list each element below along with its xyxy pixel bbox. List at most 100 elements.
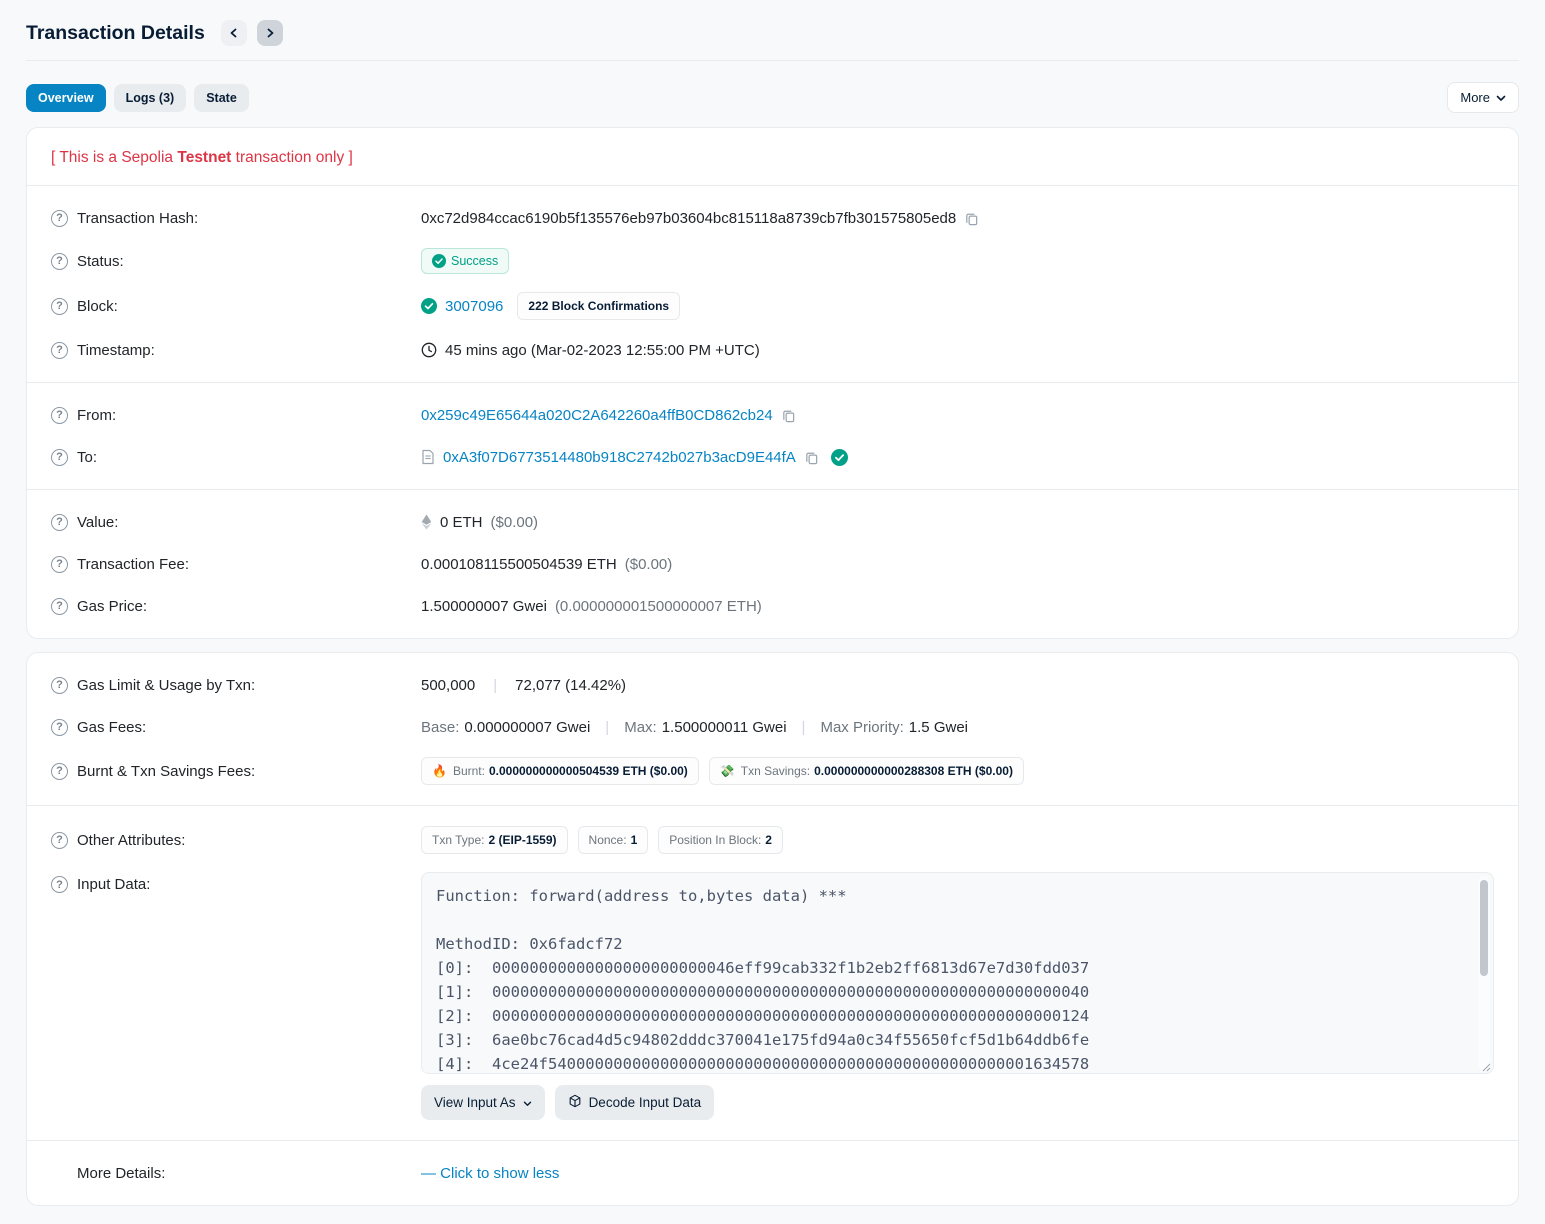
block-row: ? Block: 3007096 222 Block Confirmations [51, 283, 1494, 329]
transaction-fee-row: ? Transaction Fee: 0.000108115500504539 … [51, 543, 1494, 585]
transaction-hash-row: ? Transaction Hash: 0xc72d984ccac6190b5f… [51, 197, 1494, 239]
gas-limit-usage-label: Gas Limit & Usage by Txn: [77, 677, 255, 694]
gas-fees-row: ? Gas Fees: Base: 0.000000007 Gwei | Max… [51, 706, 1494, 748]
timestamp-row: ? Timestamp: 45 mins ago (Mar-02-2023 12… [51, 329, 1494, 371]
block-confirmations-badge: 222 Block Confirmations [517, 292, 680, 320]
help-icon[interactable]: ? [51, 514, 68, 531]
show-less-toggle-link[interactable]: — Click to show less [421, 1165, 559, 1182]
help-icon[interactable]: ? [51, 342, 68, 359]
help-icon[interactable]: ? [51, 763, 68, 780]
help-icon[interactable]: ? [51, 832, 68, 849]
page-title: Transaction Details [26, 22, 205, 45]
testnet-warning: [ This is a Sepolia Testnet transaction … [51, 149, 1494, 167]
copy-hash-button[interactable] [964, 211, 979, 226]
burnt-badge-value: 0.000000000000504539 ETH ($0.00) [489, 764, 688, 778]
input-data-text: Function: forward(address to,bytes data)… [422, 873, 1493, 1074]
overview-card: [ This is a Sepolia Testnet transaction … [26, 127, 1519, 639]
tab-list: Overview Logs (3) State [26, 84, 249, 112]
value-row: ? Value: 0 ETH ($0.00) [51, 501, 1494, 543]
help-icon[interactable]: ? [51, 210, 68, 227]
burnt-badge: 🔥 Burnt: 0.000000000000504539 ETH ($0.00… [421, 757, 699, 785]
input-data-scrollbar[interactable] [1478, 876, 1490, 1070]
transaction-hash-label: Transaction Hash: [77, 210, 198, 227]
chevron-down-icon [523, 1095, 532, 1110]
gas-limit-value: 500,000 [421, 677, 475, 694]
tab-logs[interactable]: Logs (3) [114, 84, 187, 112]
more-button[interactable]: More [1447, 82, 1519, 113]
previous-transaction-button[interactable] [221, 20, 247, 46]
help-icon[interactable]: ? [51, 719, 68, 736]
more-button-label: More [1460, 90, 1490, 105]
check-circle-icon [432, 254, 446, 268]
details-card: ? Gas Limit & Usage by Txn: 500,000 | 72… [26, 652, 1519, 1206]
input-data-label: Input Data: [77, 876, 150, 893]
decode-input-data-label: Decode Input Data [589, 1095, 702, 1110]
max-fee-value: 1.500000011 Gwei [662, 719, 787, 736]
warning-prefix: [ This is a Sepolia [51, 149, 177, 166]
warning-suffix: transaction only ] [231, 149, 352, 166]
other-attributes-label: Other Attributes: [77, 832, 185, 849]
input-data-row: ? Input Data: Function: forward(address … [51, 863, 1494, 1129]
value-label: Value: [77, 514, 118, 531]
from-label: From: [77, 407, 116, 424]
nonce-badge: Nonce: 1 [578, 826, 649, 854]
pipe-separator: | [802, 719, 806, 736]
max-priority-fee-label: Max Priority: [820, 719, 903, 736]
value-fee-section: ? Value: 0 ETH ($0.00) ? Transaction Fee… [27, 490, 1518, 638]
tab-overview[interactable]: Overview [26, 84, 106, 112]
txn-type-badge: Txn Type: 2 (EIP-1559) [421, 826, 568, 854]
value-amount: 0 ETH [440, 514, 483, 531]
from-row: ? From: 0x259c49E65644a020C2A642260a4ffB… [51, 394, 1494, 436]
help-icon[interactable]: ? [51, 253, 68, 270]
more-details-row: More Details: — Click to show less [51, 1152, 1494, 1194]
gas-price-amount: 1.500000007 Gwei [421, 598, 547, 615]
chevron-down-icon [1496, 90, 1506, 105]
help-icon[interactable]: ? [51, 598, 68, 615]
fire-icon: 🔥 [432, 764, 447, 778]
to-label: To: [77, 449, 97, 466]
copy-from-address-button[interactable] [781, 408, 796, 423]
more-details-label: More Details: [77, 1165, 165, 1182]
decode-input-data-button[interactable]: Decode Input Data [555, 1085, 715, 1120]
block-number-link[interactable]: 3007096 [445, 298, 503, 315]
scrollbar-thumb[interactable] [1480, 880, 1488, 976]
pipe-separator: | [493, 677, 497, 694]
transaction-details-page: Transaction Details Overview Logs (3) St… [0, 0, 1545, 1206]
attributes-input-section: ? Other Attributes: Txn Type: 2 (EIP-155… [27, 806, 1518, 1140]
to-address-link[interactable]: 0xA3f07D6773514480b918C2742b027b3acD9E44… [443, 449, 796, 466]
from-address-link[interactable]: 0x259c49E65644a020C2A642260a4ffB0CD862cb… [421, 407, 773, 424]
burnt-savings-row: ? Burnt & Txn Savings Fees: 🔥 Burnt: 0.0… [51, 748, 1494, 794]
position-in-block-value: 2 [765, 833, 772, 847]
copy-icon [781, 408, 796, 423]
hash-status-section: ? Transaction Hash: 0xc72d984ccac6190b5f… [27, 186, 1518, 382]
help-icon[interactable]: ? [51, 407, 68, 424]
tab-state[interactable]: State [194, 84, 249, 112]
view-input-as-button[interactable]: View Input As [421, 1085, 545, 1120]
help-icon[interactable]: ? [51, 449, 68, 466]
nonce-label: Nonce: [589, 833, 627, 847]
gas-section: ? Gas Limit & Usage by Txn: 500,000 | 72… [27, 653, 1518, 805]
contract-document-icon [421, 449, 435, 465]
clock-icon [421, 342, 437, 358]
from-to-section: ? From: 0x259c49E65644a020C2A642260a4ffB… [27, 383, 1518, 489]
help-icon[interactable]: ? [51, 876, 68, 893]
gas-price-eth: (0.000000001500000007 ETH) [555, 598, 762, 615]
next-transaction-button[interactable] [257, 20, 283, 46]
status-badge: Success [421, 248, 509, 274]
max-priority-fee-value: 1.5 Gwei [909, 719, 968, 736]
copy-to-address-button[interactable] [804, 450, 819, 465]
resize-grip-icon[interactable] [1479, 1059, 1491, 1071]
transaction-fee-usd: ($0.00) [625, 556, 673, 573]
txn-savings-badge-label: Txn Savings: [741, 764, 810, 778]
help-icon[interactable]: ? [51, 677, 68, 694]
input-data-box[interactable]: Function: forward(address to,bytes data)… [421, 872, 1494, 1074]
max-fee-label: Max: [624, 719, 657, 736]
timestamp-value: 45 mins ago (Mar-02-2023 12:55:00 PM +UT… [445, 342, 760, 359]
help-icon[interactable]: ? [51, 298, 68, 315]
burnt-badge-label: Burnt: [453, 764, 485, 778]
other-attributes-row: ? Other Attributes: Txn Type: 2 (EIP-155… [51, 817, 1494, 863]
value-usd: ($0.00) [491, 514, 539, 531]
help-icon[interactable]: ? [51, 556, 68, 573]
transaction-fee-amount: 0.000108115500504539 ETH [421, 556, 617, 573]
position-in-block-label: Position In Block: [669, 833, 761, 847]
